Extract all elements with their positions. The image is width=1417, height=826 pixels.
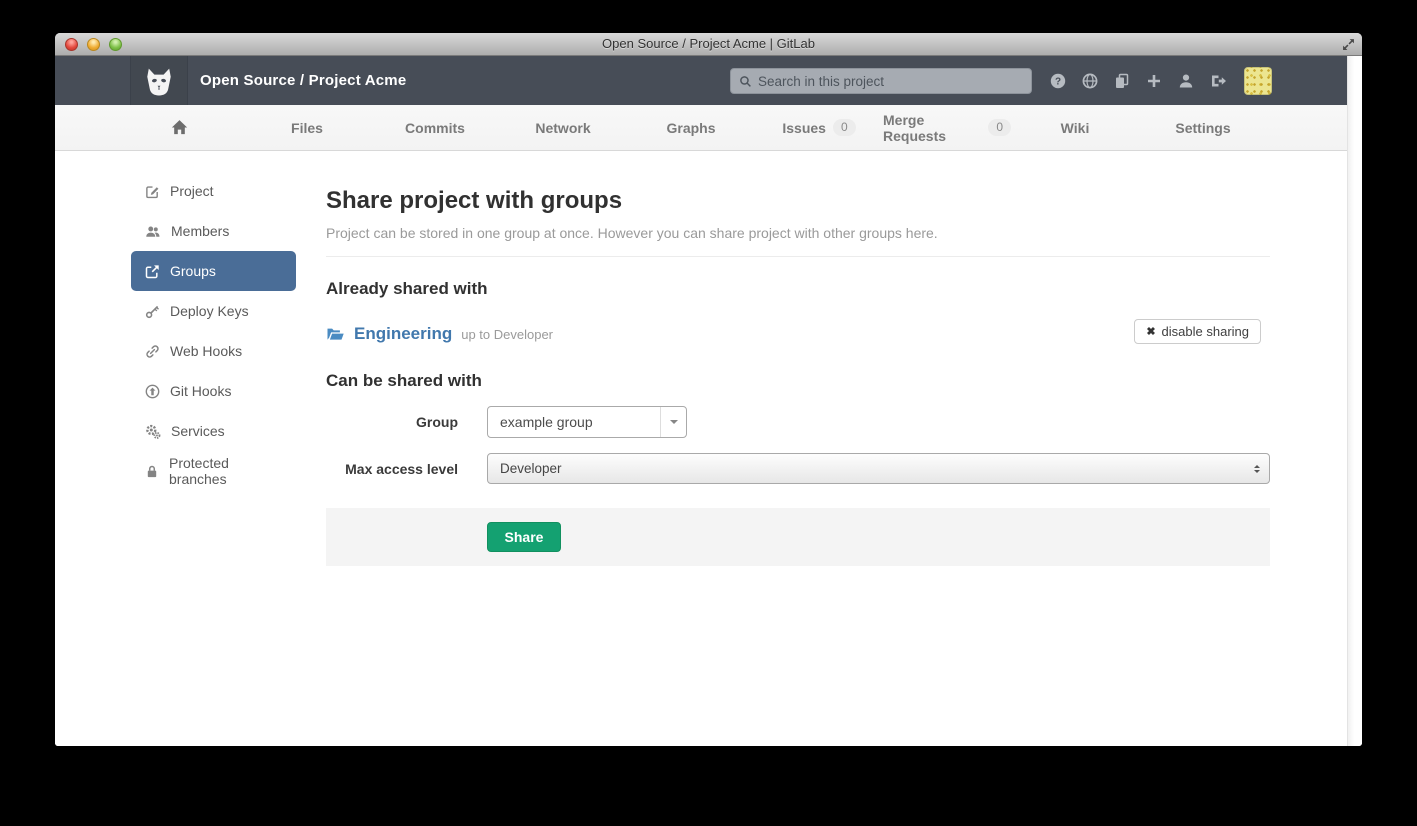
tab-issues[interactable]: Issues 0 (755, 105, 883, 150)
sidebar-item-label: Web Hooks (170, 343, 242, 359)
folder-open-icon (326, 326, 345, 342)
traffic-lights (65, 38, 122, 51)
tab-network[interactable]: Network (499, 105, 627, 150)
tab-label: Commits (405, 120, 465, 136)
sidebar-item-label: Deploy Keys (170, 303, 249, 319)
header-project-title: Open Source / Project Acme (200, 56, 406, 105)
merge-requests-count-badge: 0 (988, 119, 1011, 136)
sidebar-item-members[interactable]: Members (131, 211, 296, 251)
zoom-window-button[interactable] (109, 38, 122, 51)
sidebar-item-label: Groups (170, 263, 216, 279)
sidebar-item-label: Members (171, 223, 229, 239)
sidebar-item-protected-branches[interactable]: Protected branches (131, 451, 296, 491)
svg-text:?: ? (1055, 76, 1061, 87)
close-icon: ✖ (1146, 325, 1155, 338)
max-access-label: Max access level (326, 461, 458, 477)
tab-graphs[interactable]: Graphs (627, 105, 755, 150)
group-select-value: example group (488, 414, 593, 430)
home-icon (171, 119, 188, 136)
arrow-circle-up-icon (145, 384, 160, 399)
link-icon (145, 344, 160, 359)
share-button[interactable]: Share (487, 522, 561, 552)
group-form-row: Group example group (326, 406, 1270, 438)
sidebar-item-label: Protected branches (169, 455, 282, 487)
can-share-heading: Can be shared with (326, 371, 1270, 391)
sidebar-item-label: Project (170, 183, 214, 199)
share-icon (145, 264, 160, 279)
shared-group-link[interactable]: Engineering (354, 324, 452, 344)
sidebar-item-services[interactable]: Services (131, 411, 296, 451)
edit-icon (145, 184, 160, 199)
globe-icon[interactable] (1082, 73, 1098, 89)
tab-commits[interactable]: Commits (371, 105, 499, 150)
gitlab-logo[interactable] (130, 56, 188, 105)
sidebar-item-project[interactable]: Project (131, 171, 296, 211)
new-project-icon[interactable] (1146, 73, 1162, 89)
settings-main: Share project with groups Project can be… (326, 151, 1270, 566)
search-icon (739, 75, 752, 88)
window-title: Open Source / Project Acme | GitLab (55, 33, 1362, 55)
tab-home[interactable] (115, 105, 243, 150)
lock-icon (145, 464, 159, 479)
sidebar-item-groups[interactable]: Groups (131, 251, 296, 291)
header-icons: ? (1050, 56, 1226, 105)
group-select[interactable]: example group (487, 406, 687, 438)
page-subtitle: Project can be stored in one group at on… (326, 225, 1270, 241)
tab-label: Files (291, 120, 323, 136)
snippets-icon[interactable] (1114, 73, 1130, 89)
profile-icon[interactable] (1178, 73, 1194, 89)
scrollbar[interactable] (1347, 56, 1362, 746)
tab-wiki[interactable]: Wiki (1011, 105, 1139, 150)
tanuki-logo-icon (142, 64, 176, 98)
user-avatar[interactable] (1244, 67, 1272, 95)
settings-sidebar: Project Members Groups (131, 171, 296, 491)
cogs-icon (145, 424, 161, 439)
max-access-form-row: Max access level Developer (326, 453, 1270, 484)
tab-label: Merge Requests (883, 112, 981, 144)
sign-out-icon[interactable] (1210, 73, 1226, 89)
sidebar-item-deploy-keys[interactable]: Deploy Keys (131, 291, 296, 331)
sidebar-item-label: Services (171, 423, 225, 439)
tab-label: Graphs (666, 120, 715, 136)
content-area: Project Members Groups (55, 151, 1347, 746)
access-note: up to Developer (461, 327, 553, 342)
sidebar-item-label: Git Hooks (170, 383, 231, 399)
chevron-down-icon (660, 407, 686, 437)
key-icon (145, 304, 160, 319)
group-label: Group (326, 414, 458, 430)
resize-grip-icon[interactable] (1341, 37, 1356, 52)
page-title: Share project with groups (326, 187, 1270, 215)
app-header: Open Source / Project Acme ? (55, 56, 1362, 105)
shared-group-row: Engineering up to Developer ✖ disable sh… (326, 319, 1270, 349)
tab-settings[interactable]: Settings (1139, 105, 1267, 150)
sidebar-item-web-hooks[interactable]: Web Hooks (131, 331, 296, 371)
close-window-button[interactable] (65, 38, 78, 51)
select-stepper-icon (1254, 462, 1260, 476)
disable-sharing-label: disable sharing (1162, 324, 1249, 339)
tab-merge-requests[interactable]: Merge Requests 0 (883, 105, 1011, 150)
search-input[interactable] (758, 74, 1023, 89)
already-shared-heading: Already shared with (326, 279, 1270, 299)
browser-window: Open Source / Project Acme | GitLab Open… (55, 33, 1362, 746)
tab-files[interactable]: Files (243, 105, 371, 150)
help-icon[interactable]: ? (1050, 73, 1066, 89)
desktop-background: Open Source / Project Acme | GitLab Open… (0, 0, 1417, 826)
max-access-select-value: Developer (500, 461, 562, 476)
tab-label: Network (535, 120, 590, 136)
sidebar-item-git-hooks[interactable]: Git Hooks (131, 371, 296, 411)
tab-label: Wiki (1061, 120, 1090, 136)
issues-count-badge: 0 (833, 119, 856, 136)
users-icon (145, 224, 161, 239)
minimize-window-button[interactable] (87, 38, 100, 51)
tab-label: Settings (1175, 120, 1230, 136)
search-box (730, 68, 1032, 94)
form-actions: Share (326, 508, 1270, 566)
project-nav: Files Commits Network Graphs Issues 0 Me… (55, 105, 1347, 151)
tab-label: Issues (782, 120, 826, 136)
window-titlebar: Open Source / Project Acme | GitLab (55, 33, 1362, 56)
divider (326, 256, 1270, 257)
max-access-select[interactable]: Developer (487, 453, 1270, 484)
disable-sharing-button[interactable]: ✖ disable sharing (1134, 319, 1261, 344)
